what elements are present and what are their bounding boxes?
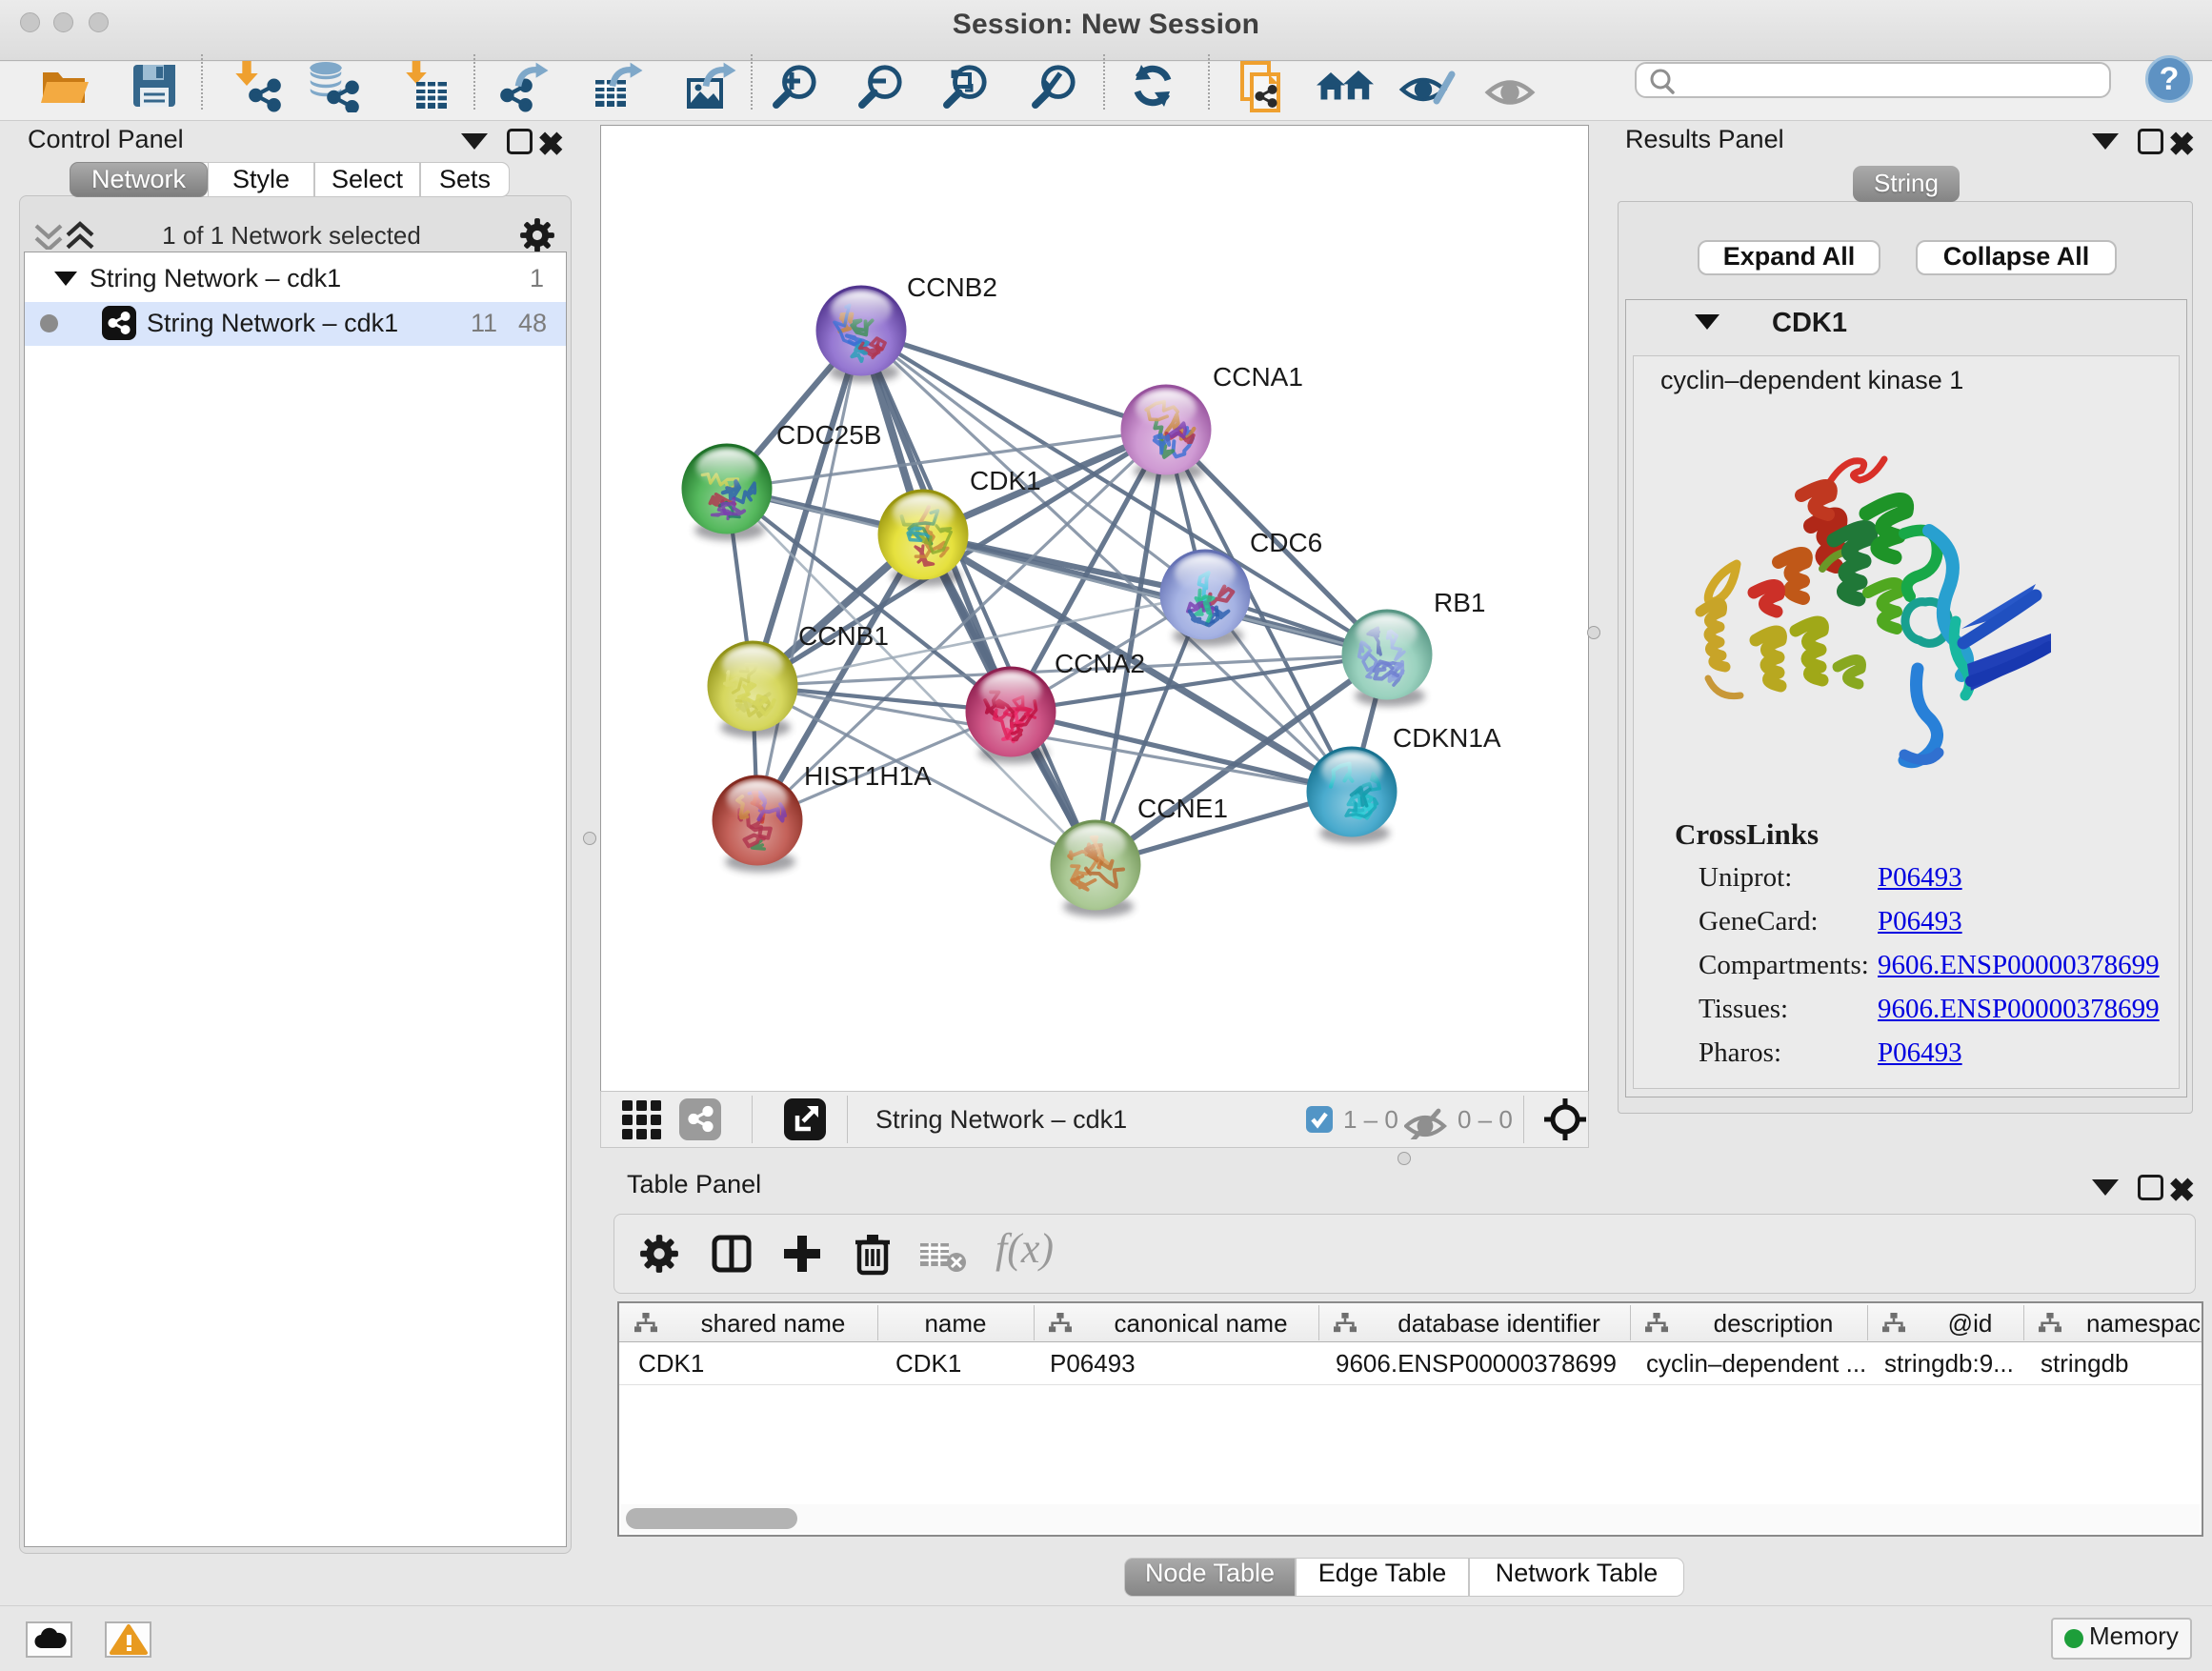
- svg-text:CCNA2: CCNA2: [1055, 649, 1145, 678]
- svg-text:CDC6: CDC6: [1250, 528, 1322, 557]
- svg-text:CCNE1: CCNE1: [1137, 794, 1228, 823]
- svg-text:RB1: RB1: [1434, 588, 1485, 617]
- svg-text:CCNB1: CCNB1: [798, 621, 889, 651]
- svg-text:CCNA1: CCNA1: [1213, 362, 1303, 392]
- svg-text:CCNB2: CCNB2: [907, 272, 997, 302]
- svg-text:CDKN1A: CDKN1A: [1393, 723, 1501, 753]
- svg-text:CDC25B: CDC25B: [776, 420, 881, 450]
- svg-text:HIST1H1A: HIST1H1A: [804, 761, 932, 791]
- svg-text:CDK1: CDK1: [970, 466, 1041, 495]
